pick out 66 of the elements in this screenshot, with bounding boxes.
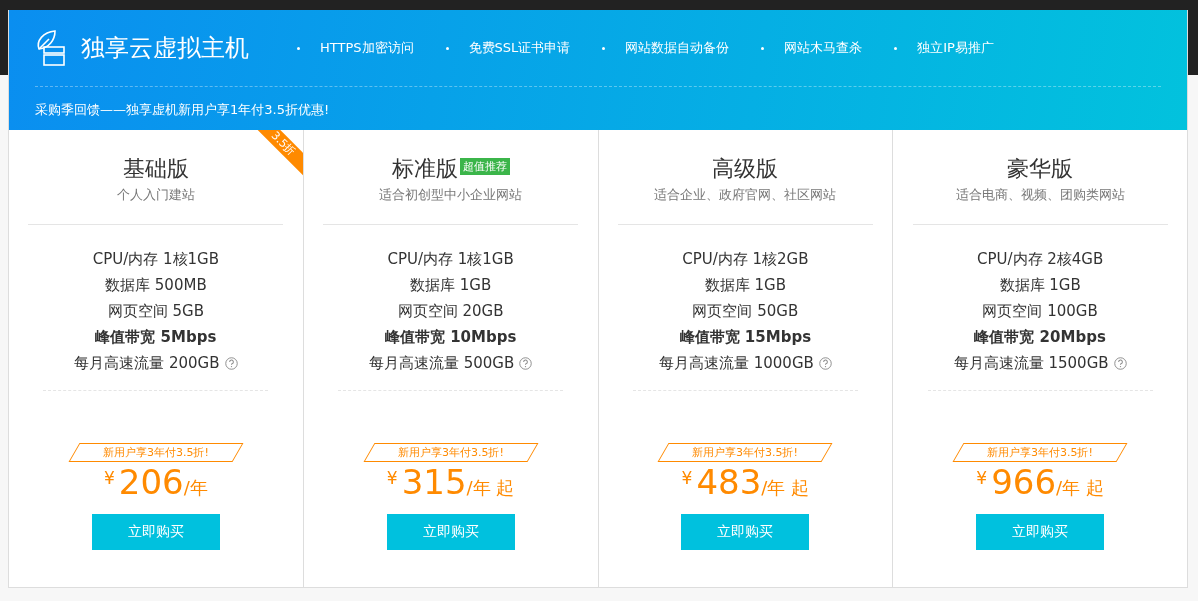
buy-button[interactable]: 立即购买 <box>681 514 810 550</box>
currency-symbol: ¥ <box>681 468 693 488</box>
buy-button[interactable]: 立即购买 <box>91 514 220 550</box>
promo-text: 采购季回馈——独享虚机新用户享1年付3.5折优惠! <box>35 101 330 119</box>
bullet-icon <box>602 46 606 50</box>
feature-label: 网站数据自动备份 <box>625 39 730 57</box>
price-amount: 315 <box>401 462 467 502</box>
spec-text: 每月高速流量 200GB <box>74 353 220 374</box>
offer-badge: 新用户享3年付3.5折! <box>68 443 244 462</box>
spec-text: 每月高速流量 500GB <box>368 353 515 374</box>
spec-text: 峰值带宽 15Mbps <box>679 327 812 348</box>
spec-text: 网页空间 5GB <box>107 301 204 322</box>
price-unit: /年 起 <box>1056 477 1104 500</box>
spec-text: CPU/内存 1核2GB <box>682 249 809 270</box>
price-amount: 483 <box>696 462 762 502</box>
spec-text: 数据库 1GB <box>410 275 492 296</box>
price-amount: 206 <box>118 462 184 502</box>
offer-badge: 新用户享3年付3.5折! <box>952 443 1128 462</box>
spec-text: CPU/内存 2核4GB <box>976 249 1104 270</box>
spec-text: 峰值带宽 10Mbps <box>384 327 517 348</box>
plan-name: 标准版 <box>391 155 458 183</box>
spec-text: 每月高速流量 1000GB <box>658 353 814 374</box>
help-icon[interactable] <box>1113 357 1127 370</box>
feature-label: 独立IP易推广 <box>917 39 994 57</box>
leaf-logo-icon <box>35 29 67 67</box>
offer-badge: 新用户享3年付3.5折! <box>363 443 539 462</box>
spec-text: 每月高速流量 1500GB <box>953 353 1109 374</box>
plan-name: 高级版 <box>712 155 779 183</box>
page-title: 独享云虚拟主机 <box>81 33 249 64</box>
price-unit: /年 起 <box>466 477 515 500</box>
feature-label: HTTPS加密访问 <box>320 39 414 57</box>
spec-text: 峰值带宽 20Mbps <box>974 327 1106 348</box>
spec-text: 数据库 1GB <box>704 275 786 296</box>
spec-text: 网页空间 50GB <box>692 301 799 322</box>
spec-text: 网页空间 100GB <box>982 301 1098 322</box>
plan-name: 豪华版 <box>1007 155 1074 183</box>
currency-symbol: ¥ <box>976 468 988 488</box>
plan-subtitle: 适合初创型中小企业网站 <box>379 186 523 204</box>
plan-subtitle: 适合企业、政府官网、社区网站 <box>654 186 837 204</box>
plan-subtitle: 个人入门建站 <box>116 186 195 204</box>
buy-button[interactable]: 立即购买 <box>386 514 515 550</box>
bullet-icon <box>894 46 898 50</box>
offer-badge: 新用户享3年付3.5折! <box>657 443 833 462</box>
currency-symbol: ¥ <box>103 468 115 488</box>
price-amount: 966 <box>991 462 1057 502</box>
spec-text: 网页空间 20GB <box>397 301 504 322</box>
bullet-icon <box>445 46 449 50</box>
spec-text: 峰值带宽 5Mbps <box>95 327 217 348</box>
help-icon[interactable] <box>519 357 533 370</box>
plan-subtitle: 适合电商、视频、团购类网站 <box>955 186 1125 204</box>
price-unit: /年 <box>183 477 208 500</box>
plan-name: 基础版 <box>122 155 189 183</box>
bullet-icon <box>761 46 765 50</box>
spec-text: CPU/内存 1核1GB <box>387 249 514 270</box>
spec-text: 数据库 500MB <box>105 275 207 296</box>
spec-text: 数据库 1GB <box>999 275 1081 296</box>
buy-button[interactable]: 立即购买 <box>976 514 1105 550</box>
feature-label: 免费SSL证书申请 <box>468 39 571 57</box>
currency-symbol: ¥ <box>386 468 398 488</box>
help-icon[interactable] <box>224 357 238 370</box>
feature-label: 网站木马查杀 <box>784 39 863 57</box>
price-unit: /年 起 <box>761 477 810 500</box>
spec-text: CPU/内存 1核1GB <box>92 249 220 270</box>
help-icon[interactable] <box>818 357 832 370</box>
bullet-icon <box>297 46 300 50</box>
recommend-badge: 超值推荐 <box>459 158 510 175</box>
